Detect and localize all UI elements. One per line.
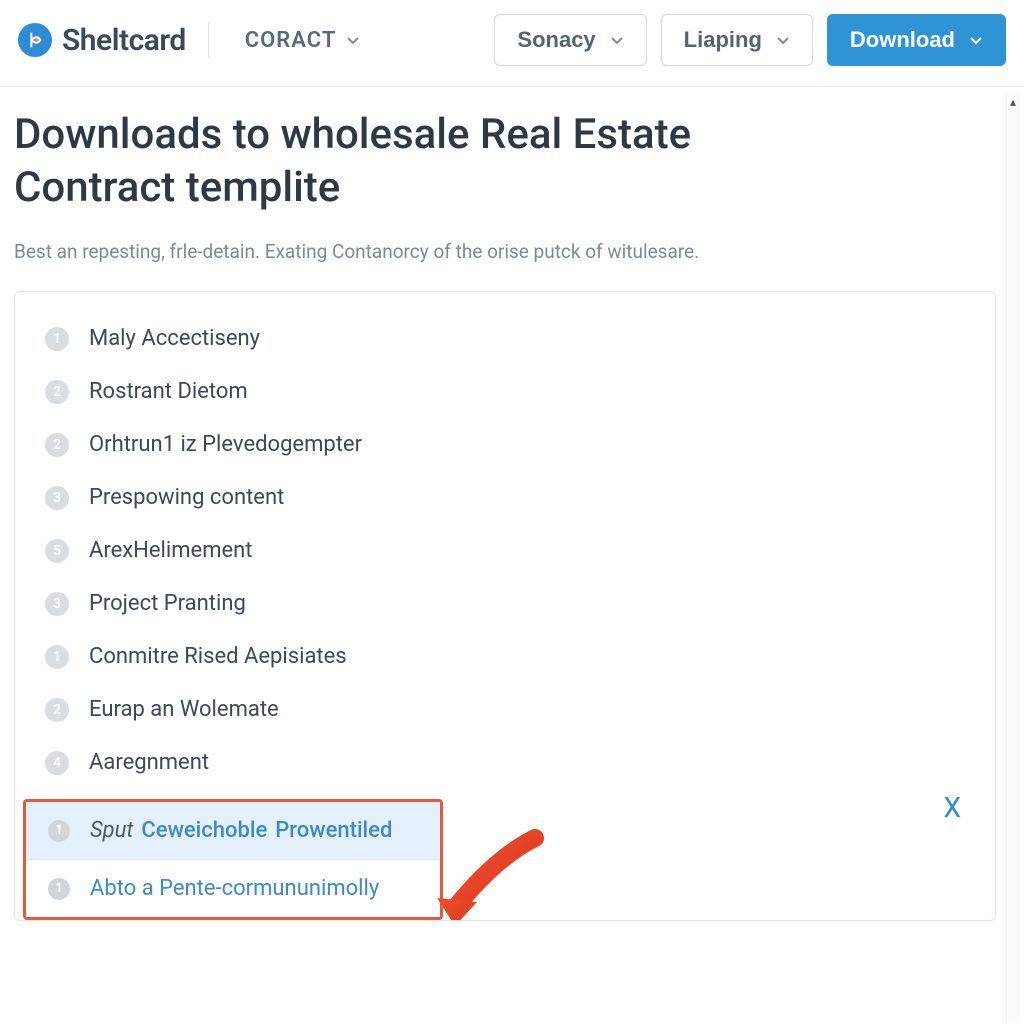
download-button[interactable]: Download (827, 14, 1006, 66)
highlight-text-ceweichoble: Ceweichoble (141, 818, 267, 843)
annotation-arrow-icon (425, 828, 545, 921)
list-item[interactable]: 1 Maly Accectiseny (15, 312, 995, 365)
page-subtitle: Best an repesting, frle-detain. Exating … (14, 240, 814, 263)
list-item[interactable]: 2 Eurap an Wolemate (15, 683, 995, 736)
highlight-row-1[interactable]: 1 Sput Ceweichoble Prowentiled (26, 802, 440, 859)
item-label: Rostrant Dietom (89, 379, 248, 404)
close-icon[interactable]: X (943, 791, 961, 824)
highlight-text-sput: Sput (90, 818, 133, 843)
chevron-down-icon (346, 33, 360, 47)
item-badge: 1 (45, 645, 69, 669)
sonacy-button[interactable]: Sonacy (494, 14, 646, 66)
item-badge: 2 (45, 380, 69, 404)
list-item[interactable]: 3 Prespowing content (15, 471, 995, 524)
chevron-down-icon (610, 33, 624, 47)
list-item[interactable]: 3 Project Pranting (15, 577, 995, 630)
highlight-badge-1: 1 (48, 820, 70, 842)
nav-coract[interactable]: CORACT (231, 18, 375, 63)
item-label: Conmitre Rised Aepisiates (89, 644, 347, 669)
liaping-button[interactable]: Liaping (661, 14, 813, 66)
item-badge: 4 (45, 751, 69, 775)
scroll-up-icon[interactable]: ▴ (1006, 93, 1020, 111)
list-item[interactable]: 5 ArexHelimement (15, 524, 995, 577)
chevron-down-icon (969, 33, 983, 47)
logo-text: Sheltcard (62, 23, 186, 58)
list-item[interactable]: 2 Rostrant Dietom (15, 365, 995, 418)
item-badge: 5 (45, 539, 69, 563)
liaping-label: Liaping (684, 27, 762, 53)
list-card: 1 Maly Accectiseny 2 Rostrant Dietom 2 Orhtru… (14, 291, 996, 921)
logo[interactable]: Sheltcard (18, 23, 186, 58)
item-badge: 2 (45, 698, 69, 722)
item-badge: 2 (45, 433, 69, 457)
list-item[interactable]: 4 Aaregnment (15, 736, 995, 789)
item-list: 1 Maly Accectiseny 2 Rostrant Dietom 2 Orhtru… (15, 312, 995, 789)
item-label: Maly Accectiseny (89, 326, 260, 351)
nav: CORACT (231, 18, 375, 63)
logo-icon (18, 23, 52, 57)
item-badge: 1 (45, 327, 69, 351)
chevron-down-icon (776, 33, 790, 47)
nav-coract-label: CORACT (245, 28, 337, 53)
item-label: Prespowing content (89, 485, 284, 510)
item-label: Orhtrun1 iz Plevedogempter (89, 432, 362, 457)
list-item[interactable]: 1 Conmitre Rised Aepisiates (15, 630, 995, 683)
item-label: Eurap an Wolemate (89, 697, 279, 722)
item-label: ArexHelimement (89, 538, 253, 563)
highlight-text-abto: Abto a Pente-cormununimolly (90, 876, 379, 901)
content-area: ▴ Downloads to wholesale Real Estate Con… (0, 87, 1024, 1024)
page-title: Downloads to wholesale Real Estate Contr… (14, 109, 774, 214)
highlight-text-prowentiled: Prowentiled (275, 818, 392, 843)
header-bar: Sheltcard CORACT Sonacy Liaping Download (0, 0, 1024, 87)
list-item[interactable]: 2 Orhtrun1 iz Plevedogempter (15, 418, 995, 471)
highlight-badge-2: 1 (48, 878, 70, 900)
item-badge: 3 (45, 486, 69, 510)
item-label: Aaregnment (89, 750, 209, 775)
scrollbar[interactable]: ▴ (1006, 93, 1020, 1021)
divider (208, 23, 209, 57)
highlight-box: 1 Sput Ceweichoble Prowentiled 1 Abto a … (23, 799, 443, 920)
item-label: Project Pranting (89, 591, 246, 616)
highlight-row-2[interactable]: 1 Abto a Pente-cormununimolly (26, 859, 440, 917)
sonacy-label: Sonacy (517, 27, 595, 53)
item-badge: 3 (45, 592, 69, 616)
download-label: Download (850, 27, 955, 53)
